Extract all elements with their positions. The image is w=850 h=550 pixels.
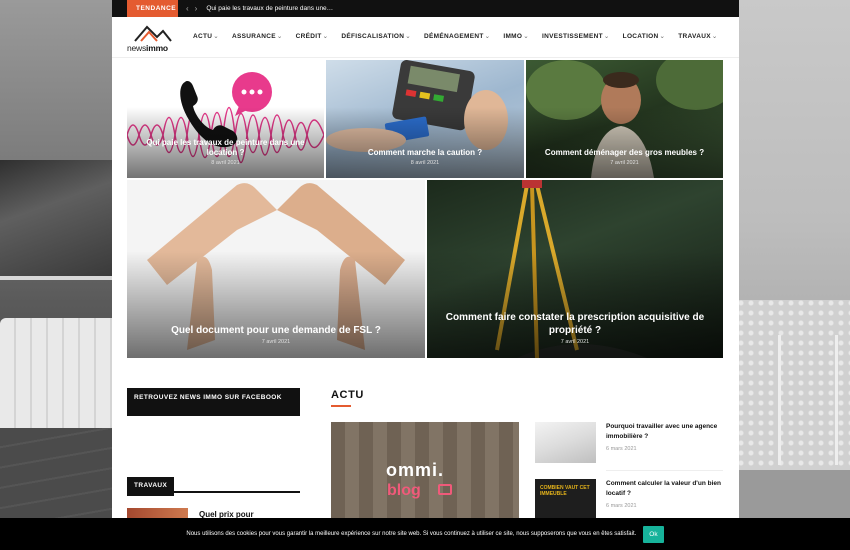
hero-date: 8 avril 2021: [410, 160, 440, 166]
top-bar: TENDANCE ‹ › Qui paie les travaux de pei…: [112, 0, 739, 17]
tile-overlay: [526, 107, 723, 178]
post-date: 6 mars 2021: [606, 503, 637, 509]
hero-post-5[interactable]: Comment faire constater la prescription …: [427, 180, 723, 358]
nav-item-travaux[interactable]: TRAVAUX⌄: [678, 32, 717, 40]
tile-overlay: [326, 107, 524, 178]
nav-item-credit[interactable]: CRÉDIT⌄: [296, 32, 329, 40]
hero-post-2[interactable]: Comment marche la caution ? 8 avril 2021: [326, 60, 524, 178]
menu: ACTU⌄ ASSURANCE⌄ CRÉDIT⌄ DÉFISCALISATION…: [193, 32, 731, 40]
cookie-text: Nous utilisons des cookies pour vous gar…: [186, 531, 637, 537]
hero-title[interactable]: Quel document pour une demande de FSL ?: [135, 324, 417, 337]
hero-caption: Comment marche la caution ? 8 avril 2021: [334, 148, 516, 166]
background-right: [738, 0, 850, 550]
cookie-banner: Nous utilisons des cookies pour vous gar…: [0, 518, 850, 550]
divider: [606, 470, 723, 471]
sofa: [0, 318, 112, 428]
hero-title[interactable]: Qui paie les travaux de peinture dans un…: [135, 138, 316, 158]
ticker-arrows: ‹ ›: [186, 4, 197, 13]
post-thumbnail[interactable]: [535, 422, 596, 463]
chat-bubble-icon: [438, 484, 452, 495]
nav-item-defiscalisation[interactable]: DÉFISCALISATION⌄: [341, 32, 411, 40]
chevron-left-icon[interactable]: ‹: [186, 4, 189, 13]
ticker-link[interactable]: Qui paie les travaux de peinture dans un…: [206, 5, 333, 12]
featured-text: ommi.: [386, 460, 445, 480]
hero-date: 8 avril 2021: [211, 160, 240, 166]
roof-logo-icon: [134, 25, 172, 42]
post-date: 6 mars 2021: [606, 446, 637, 452]
featured-text: blog: [387, 482, 421, 499]
trending-label: TENDANCE: [127, 0, 178, 17]
site-logo[interactable]: newsimmo: [127, 23, 179, 53]
hero-post-3[interactable]: Comment déménager des gros meubles ? 7 a…: [526, 60, 723, 178]
hero-title[interactable]: Comment marche la caution ?: [334, 148, 516, 158]
hero-post-1[interactable]: Qui paie les travaux de peinture dans un…: [127, 60, 324, 178]
wall-picture: [0, 160, 112, 280]
logo-text: newsimmo: [127, 43, 168, 53]
nav-item-investissement[interactable]: INVESTISSEMENT⌄: [542, 32, 610, 40]
hero-date: 7 avril 2021: [261, 339, 291, 345]
post-thumbnail[interactable]: COMBIEN VAUT CET IMMEUBLE: [535, 479, 596, 520]
featured-post[interactable]: ommi. blog: [331, 422, 519, 532]
hero-title[interactable]: Comment déménager des gros meubles ?: [534, 148, 715, 158]
cookie-ok-button[interactable]: Ok: [643, 525, 664, 543]
nav-item-immo[interactable]: IMMO⌄: [503, 32, 529, 40]
main-nav: newsimmo ACTU⌄ ASSURANCE⌄ CRÉDIT⌄ DÉFISC…: [112, 17, 739, 58]
hero-caption: Quel document pour une demande de FSL ? …: [135, 324, 417, 345]
hero-title[interactable]: Comment faire constater la prescription …: [435, 311, 715, 337]
hero-date: 7 avril 2021: [610, 160, 639, 166]
bar-stool: [778, 335, 838, 465]
hero-caption: Comment déménager des gros meubles ? 7 a…: [534, 148, 715, 166]
hero-date: 7 avril 2021: [560, 339, 590, 345]
background-left: [0, 0, 112, 550]
nav-item-actu[interactable]: ACTU⌄: [193, 32, 219, 40]
heading-underline: [331, 405, 351, 407]
chevron-right-icon[interactable]: ›: [195, 4, 198, 13]
post-title[interactable]: Pourquoi travailler avec une agence immo…: [606, 422, 726, 442]
nav-item-assurance[interactable]: ASSURANCE⌄: [232, 32, 283, 40]
nav-item-demenagement[interactable]: DÉMÉNAGEMENT⌄: [424, 32, 490, 40]
hero-caption: Qui paie les travaux de peinture dans un…: [135, 138, 316, 166]
main-column: TENDANCE ‹ › Qui paie les travaux de pei…: [112, 0, 739, 550]
travaux-heading: TRAVAUX: [127, 474, 300, 496]
nav-item-location[interactable]: LOCATION⌄: [623, 32, 666, 40]
hero-post-4[interactable]: Quel document pour une demande de FSL ? …: [127, 180, 425, 358]
actu-heading: ACTU: [331, 389, 364, 401]
post-title[interactable]: Comment calculer la valeur d'un bien loc…: [606, 479, 726, 499]
hero-caption: Comment faire constater la prescription …: [435, 311, 715, 345]
facebook-widget-title: RETROUVEZ NEWS IMMO SUR FACEBOOK: [127, 388, 300, 416]
